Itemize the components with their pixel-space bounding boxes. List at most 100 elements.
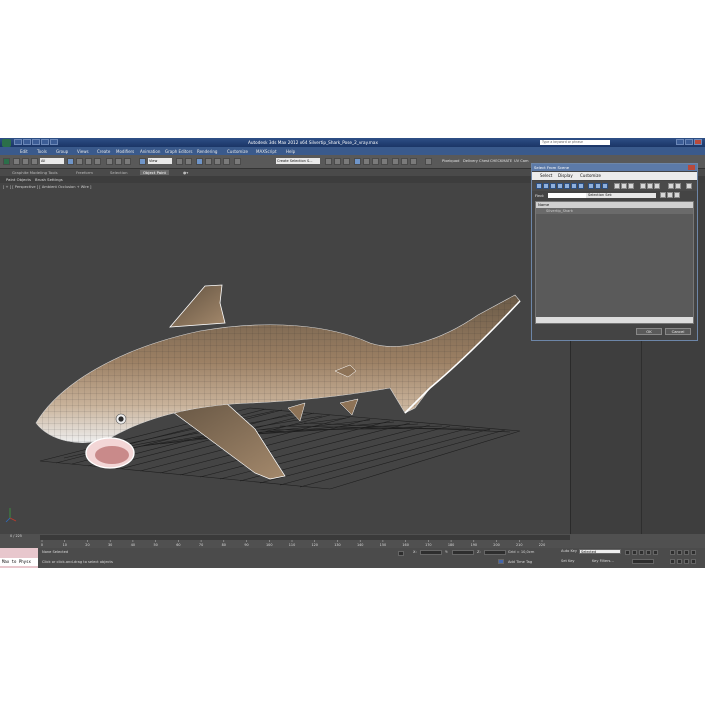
new-file-icon[interactable]	[14, 139, 22, 145]
display-invert-icon[interactable]	[628, 183, 634, 189]
key-mode-dropdown[interactable]: Selected	[579, 549, 621, 554]
space-warps-filter-icon[interactable]	[571, 183, 577, 189]
ribbon-paint-objects[interactable]: Paint Objects	[6, 177, 31, 182]
z-coordinate-field[interactable]	[484, 550, 506, 555]
schematic-view-icon[interactable]	[372, 158, 379, 165]
zoom-extents-icon[interactable]	[684, 550, 689, 555]
menu-edit[interactable]: Edit	[20, 149, 28, 154]
save-file-icon[interactable]	[32, 139, 40, 145]
menu-tools[interactable]: Tools	[37, 149, 47, 154]
select-by-name-icon[interactable]	[76, 158, 83, 165]
viewport-canvas[interactable]	[0, 183, 570, 534]
selection-set-dropdown[interactable]: Selection Set:	[586, 193, 656, 198]
toolbar-label-delivery-chest[interactable]: Delivery Chest	[463, 159, 489, 163]
toolbar-label-pixelquad[interactable]: Pixelquad	[442, 159, 459, 163]
render-setup-icon[interactable]	[392, 158, 399, 165]
shapes-filter-icon[interactable]	[543, 183, 549, 189]
select-scale-icon[interactable]	[124, 158, 131, 165]
select-manipulate-icon[interactable]	[185, 158, 192, 165]
ribbon-options-icon[interactable]: ●▾	[183, 170, 188, 175]
tab-graphite-modeling-tools[interactable]: Graphite Modeling Tools	[12, 170, 58, 175]
cameras-filter-icon[interactable]	[557, 183, 563, 189]
select-object-icon[interactable]	[67, 158, 74, 165]
redo-icon[interactable]	[22, 158, 29, 165]
helpers-filter-icon[interactable]	[564, 183, 570, 189]
filter-icon[interactable]	[668, 183, 674, 189]
maximize-viewport-icon[interactable]	[691, 559, 696, 564]
y-coordinate-field[interactable]	[452, 550, 474, 555]
xrefs-filter-icon[interactable]	[588, 183, 594, 189]
current-frame-field[interactable]	[632, 559, 654, 564]
angle-snap-icon[interactable]	[205, 158, 212, 165]
ok-button[interactable]: OK	[636, 328, 662, 335]
menu-customize[interactable]: Customize	[227, 149, 248, 154]
display-all-icon[interactable]	[614, 183, 620, 189]
layer-manager-icon[interactable]	[343, 158, 350, 165]
horizontal-scrollbar[interactable]	[536, 317, 693, 323]
go-to-end-icon[interactable]	[653, 550, 658, 555]
go-to-start-icon[interactable]	[625, 550, 630, 555]
dialog-menu-select[interactable]: Select	[540, 173, 552, 178]
spinner-snap-icon[interactable]	[223, 158, 230, 165]
window-crossing-icon[interactable]	[94, 158, 101, 165]
maximize-button[interactable]	[685, 139, 693, 145]
redo-icon[interactable]	[50, 139, 58, 145]
reference-coordinate-dropdown[interactable]: View	[148, 158, 172, 164]
undo-icon[interactable]	[41, 139, 49, 145]
viewport-label[interactable]: [ + ] [ Perspective ] [ Ambient Occlusio…	[3, 185, 91, 189]
menu-modifiers[interactable]: Modifiers	[116, 149, 134, 154]
select-invert-icon[interactable]	[654, 183, 660, 189]
key-filters-button[interactable]: Key Filters...	[592, 559, 614, 563]
pan-icon[interactable]	[677, 559, 682, 564]
named-selection-dropdown[interactable]: Create Selection S...	[276, 158, 320, 164]
lock-selection-icon[interactable]	[398, 551, 404, 556]
containers-filter-icon[interactable]	[602, 183, 608, 189]
select-rotate-icon[interactable]	[115, 158, 122, 165]
graphite-toggle-icon[interactable]	[354, 158, 361, 165]
app-logo-icon[interactable]	[2, 139, 11, 147]
dialog-close-button[interactable]	[688, 165, 695, 170]
toolbar-label-uv-cam[interactable]: UV Cam	[514, 159, 528, 163]
zoom-icon[interactable]	[670, 550, 675, 555]
dialog-menu-display[interactable]: Display	[558, 173, 573, 178]
menu-maxscript[interactable]: MAXScript	[256, 149, 277, 154]
set-key-button[interactable]: Set Key	[561, 559, 575, 563]
reference-coord-icon[interactable]	[139, 158, 146, 165]
play-icon[interactable]	[639, 550, 644, 555]
tab-freeform[interactable]: Freeform	[76, 170, 93, 175]
lights-filter-icon[interactable]	[550, 183, 556, 189]
pivot-center-icon[interactable]	[176, 158, 183, 165]
auto-key-button[interactable]: Auto Key	[561, 549, 577, 553]
zoom-extents-all-icon[interactable]	[691, 550, 696, 555]
tab-selection[interactable]: Selection	[110, 170, 128, 175]
tab-object-paint[interactable]: Object Paint	[140, 170, 169, 175]
mirror-icon[interactable]	[325, 158, 332, 165]
sync-selection-icon[interactable]	[675, 183, 681, 189]
time-tag-icon[interactable]	[498, 559, 504, 564]
rectangular-selection-icon[interactable]	[85, 158, 92, 165]
maxscript-input[interactable]: Max to Physx	[0, 558, 38, 566]
field-of-view-icon[interactable]	[670, 559, 675, 564]
dialog-options-icon[interactable]	[686, 183, 692, 189]
object-list[interactable]: Name Silvertip_Shark	[535, 201, 694, 324]
close-button[interactable]	[694, 139, 702, 145]
dialog-menu-customize[interactable]: Customize	[580, 173, 601, 178]
x-coordinate-field[interactable]	[420, 550, 442, 555]
app-menu-icon[interactable]	[3, 158, 10, 165]
previous-frame-icon[interactable]	[632, 550, 637, 555]
find-input[interactable]	[548, 193, 586, 198]
search-input[interactable]: Type a keyword or phrase	[540, 140, 610, 145]
open-file-icon[interactable]	[23, 139, 31, 145]
time-slider[interactable]: 0 / 225 0 10 20 30 40 50 60 70 80 90 100 110 120 130 1…	[0, 534, 705, 548]
orbit-icon[interactable]	[684, 559, 689, 564]
remove-selection-set-icon[interactable]	[667, 192, 673, 198]
perspective-viewport[interactable]	[0, 183, 571, 534]
select-none-icon[interactable]	[647, 183, 653, 189]
undo-icon[interactable]	[13, 158, 20, 165]
menu-rendering[interactable]: Rendering	[197, 149, 217, 154]
curve-editor-icon[interactable]	[363, 158, 370, 165]
display-none-icon[interactable]	[621, 183, 627, 189]
next-frame-icon[interactable]	[646, 550, 651, 555]
timeline-ruler[interactable]: 0 10 20 30 40 50 60 70 80 90 100 110 120 130 140 150 160…	[0, 534, 705, 548]
edit-named-selection-icon[interactable]	[234, 158, 241, 165]
